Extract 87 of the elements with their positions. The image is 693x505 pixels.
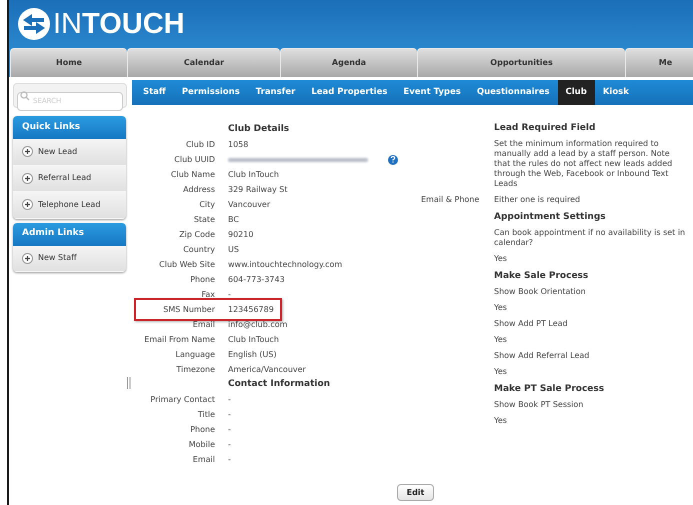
field-label: Email From Name [143,334,215,346]
splitter-handle-icon[interactable] [127,377,131,389]
field-value: www.intouchtechnology.com [228,259,344,271]
logo-icon [17,7,51,41]
nav-tab[interactable]: Me [625,48,693,77]
section-heading: Lead Required Field [494,122,596,134]
plus-icon [22,146,33,158]
section-heading: Appointment Settings [494,211,607,223]
field-value: America/Vancouver [228,364,307,376]
field-value: 1058 [228,139,250,151]
field-value: - [228,394,232,406]
nav-tab[interactable]: Calendar [127,48,280,77]
sub-tab[interactable]: Club [558,80,595,105]
field-label: Email [192,454,215,466]
plus-icon [22,172,33,184]
sub-tab[interactable]: Lead Properties [303,80,396,105]
section-heading: Make PT Sale Process [494,383,606,395]
sidebar-link[interactable]: New Staff [38,252,77,264]
field-label: Phone [189,424,215,436]
field-value: - [228,409,232,421]
section-heading: Make Sale Process [494,270,590,282]
field-label: Phone [189,274,215,286]
field-value: - [228,289,232,301]
section-heading: Club Details [228,123,290,136]
setting-description: Show Add Referral Lead [494,351,590,361]
field-label: State [192,214,215,226]
field-label: Fax [200,289,215,301]
field-value: English (US) [228,349,278,361]
logo-text: INTOUCH [53,10,185,38]
plus-icon [22,199,33,210]
field-value: 329 Railway St [228,184,288,196]
plus-icon [22,252,33,264]
field-value: info@club.com [228,319,288,331]
panel-title: Quick Links [13,116,126,139]
field-label: Mobile [188,439,215,451]
field-value: Club InTouch [228,334,280,346]
field-label: Email [192,319,215,331]
setting-value: Yes [494,416,508,426]
field-label: Timezone [175,364,215,376]
field-value: Either one is required [494,195,582,205]
sub-tab[interactable]: Staff [135,80,174,105]
setting-value: Yes [494,254,508,264]
sub-tab[interactable]: Event Types [395,80,469,105]
sidebar-link[interactable]: New Lead [38,146,78,158]
sub-tab[interactable]: Transfer [248,80,304,105]
field-value: Vancouver [228,199,272,211]
field-label: Title [196,409,215,421]
setting-value: Yes [494,335,508,345]
setting-description: Can book appointment if no availability is set in calendar? [494,228,686,248]
sub-tab[interactable]: Questionnaires [468,80,558,105]
field-label: Address [182,184,215,196]
field-value: 604-773-3743 [228,274,286,286]
field-label: Primary Contact [149,394,215,406]
nav-tab[interactable]: Opportunities [417,48,625,77]
field-value: 123456789 [228,304,275,316]
edit-button[interactable]: Edit [397,484,434,501]
field-label: Country [182,244,215,256]
setting-value: Yes [494,303,508,313]
setting-description: Show Book Orientation [494,287,587,297]
setting-value: Yes [494,367,508,377]
help-icon[interactable] [388,154,398,164]
field-value: US [228,244,240,256]
field-label: Club UUID [173,154,215,166]
setting-description: Set the minimum information required to manually add a lead by a staff person. Note that the rules do not affect new leads added through the Web, Facebook or Inbound Text Leads [494,139,674,189]
field-label: Language [174,349,215,361]
nav-tab[interactable]: Home [10,48,127,77]
sub-tab[interactable]: Kiosk [594,80,637,105]
field-label: SMS Number [131,302,215,317]
search-icon [20,91,30,101]
field-value: BC [228,214,240,226]
field-value: - [228,424,232,436]
field-value: Club InTouch [228,169,280,181]
setting-description: Show Add PT Lead [494,319,569,329]
section-heading: Contact Information [228,378,332,391]
field-value: - [228,454,232,466]
field-value: - [228,439,232,451]
field-label: Club Web Site [158,259,215,271]
field-label: Club ID [184,139,215,151]
field-label: Email & Phone [421,195,480,205]
nav-tab[interactable]: Agenda [280,48,417,77]
panel-title: Admin Links [13,222,126,246]
field-label: Club Name [170,169,215,181]
field-value: 90210 [228,229,254,241]
sub-tab[interactable]: Permissions [174,80,248,105]
field-label: City [198,199,215,211]
field-label: Zip Code [178,229,215,241]
setting-description: Show Book PT Session [494,400,584,410]
